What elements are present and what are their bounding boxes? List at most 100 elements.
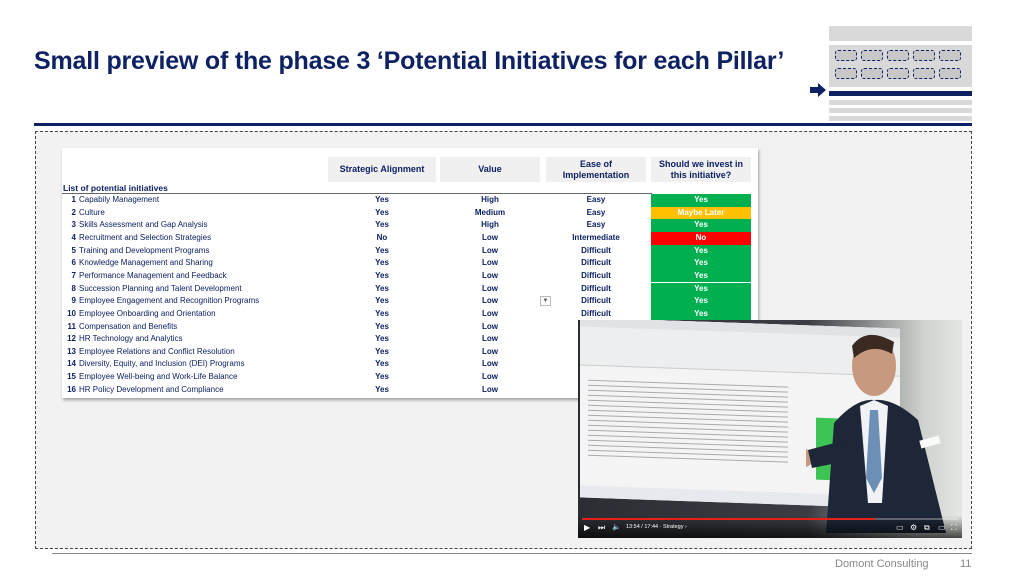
row-number: 14	[67, 359, 76, 369]
initiative-name: Compensation and Benefits	[79, 321, 178, 331]
strategic-alignment-cell: Yes	[375, 359, 389, 369]
value-cell: High	[481, 195, 499, 204]
initiative-name: Skills Assessment and Gap Analysis	[79, 220, 208, 230]
navigator-cell	[835, 50, 857, 61]
miniplayer-icon[interactable]: ⧉	[924, 523, 930, 533]
settings-icon[interactable]: ⚙	[910, 523, 917, 533]
value-cell: Low	[482, 232, 498, 242]
value-cell: Medium	[474, 207, 506, 217]
strategic-alignment-cell: Yes	[375, 258, 389, 268]
value-cell: Low	[482, 359, 498, 369]
initiative-name: Training and Development Programs	[79, 245, 210, 255]
table-row: 5 Training and Development Programs Yes Low…	[62, 244, 758, 258]
ease-cell: Difficult	[581, 258, 611, 268]
table-row: 7 Performance Management and Feedback Yes L…	[62, 269, 758, 283]
navigator-cell	[861, 50, 883, 61]
ease-cell: Difficult	[581, 308, 611, 318]
value-cell: Low	[482, 334, 498, 344]
invest-cell: Yes	[651, 219, 751, 232]
table-row: 3 Skills Assessment and Gap Analysis Yes Hi…	[62, 219, 758, 232]
value-cell: Low	[482, 321, 498, 331]
video-player[interactable]: ▶ ⏭ 🔈 13:54 / 17:44 · Strategy › ▭ ⚙ ⧉ ▭…	[578, 320, 962, 538]
value-cell: Low	[482, 258, 498, 268]
invest-cell: Maybe Later	[651, 206, 751, 220]
strategic-alignment-cell: Yes	[375, 296, 389, 306]
captions-icon[interactable]: ▭	[896, 523, 904, 533]
list-title: List of potential initiatives	[63, 183, 168, 193]
initiative-name: Diversity, Equity, and Inclusion (DEI) P…	[79, 359, 245, 369]
strategic-alignment-cell: Yes	[375, 372, 389, 382]
navigator-cell	[939, 50, 961, 61]
invest-cell: Yes	[651, 194, 751, 207]
video-time: 13:54 / 17:44 · Strategy ›	[626, 524, 687, 530]
strategic-alignment-cell: Yes	[375, 334, 389, 344]
table-row: 2 Culture Yes Medium Easy Maybe Later	[62, 206, 758, 220]
slide-title: Small preview of the phase 3 ‘Potential …	[34, 47, 785, 75]
next-icon[interactable]: ⏭	[598, 523, 605, 533]
initiative-name: Recruitment and Selection Strategies	[79, 232, 212, 242]
value-cell: Low	[482, 346, 498, 356]
initiative-name: Succession Planning and Talent Developme…	[79, 283, 242, 293]
video-progress-bar[interactable]	[582, 518, 958, 520]
theater-icon[interactable]: ▭	[938, 523, 946, 533]
row-number: 11	[67, 321, 76, 331]
initiative-name: Employee Engagement and Recognition Prog…	[79, 296, 260, 306]
initiative-name: HR Technology and Analytics	[79, 334, 183, 344]
navigator-bar	[829, 116, 972, 121]
strategic-alignment-cell: No	[376, 232, 388, 242]
navigator-cell	[861, 68, 883, 79]
video-progress-fill	[582, 518, 876, 520]
strategic-alignment-cell: Yes	[375, 346, 389, 356]
ease-cell: Intermediate	[572, 232, 620, 242]
value-cell: Low	[482, 372, 498, 382]
initiative-name: HR Policy Development and Compliance	[79, 384, 224, 394]
header-invest: Should we invest in this initiative?	[651, 157, 751, 182]
row-number: 10	[67, 308, 76, 318]
play-icon[interactable]: ▶	[584, 523, 590, 533]
value-cell: Low	[482, 384, 498, 394]
footer-divider	[52, 553, 972, 554]
row-number: 5	[71, 245, 76, 255]
navigator-cell	[939, 68, 961, 79]
ease-cell: Difficult	[581, 296, 611, 306]
navigator-bar	[829, 108, 972, 113]
value-cell: Low	[482, 296, 498, 306]
navigator-cell	[913, 50, 935, 61]
row-number: 4	[71, 232, 76, 242]
invest-cell: Yes	[651, 307, 751, 321]
row-number: 3	[71, 220, 76, 230]
strategic-alignment-cell: Yes	[375, 207, 389, 217]
row-number: 12	[67, 334, 76, 344]
table-row: 10 Employee Onboarding and Orientation Yes…	[62, 307, 758, 321]
invest-cell: No	[651, 231, 751, 245]
row-number: 15	[67, 372, 76, 382]
dropdown-button[interactable]: ▼	[540, 296, 551, 306]
value-cell: Low	[482, 245, 498, 255]
ease-cell: Difficult	[581, 245, 611, 255]
strategic-alignment-cell: Yes	[375, 283, 389, 293]
strategic-alignment-cell: Yes	[375, 195, 389, 204]
initiative-name: Employee Onboarding and Orientation	[79, 308, 216, 318]
presenter-figure	[806, 334, 946, 533]
invest-cell: Yes	[651, 257, 751, 270]
table-row: 1 Capabily Management Yes High Easy Yes	[62, 194, 758, 207]
strategic-alignment-cell: Yes	[375, 270, 389, 280]
ease-cell: Easy	[586, 207, 606, 217]
footer-company: Domont Consulting	[835, 558, 929, 570]
fullscreen-icon[interactable]: ⛶	[951, 523, 957, 533]
invest-cell: Yes	[651, 282, 751, 296]
invest-cell: Yes	[651, 295, 751, 308]
header-ease: Ease of Implementation	[546, 157, 646, 182]
row-number: 2	[71, 207, 76, 217]
ease-cell: Easy	[586, 195, 606, 204]
row-number: 7	[71, 270, 76, 280]
table-row: 9 Employee Engagement and Recognition Pro…	[62, 295, 758, 308]
initiative-name: Performance Management and Feedback	[79, 270, 227, 280]
header-strategic-alignment: Strategic Alignment	[328, 157, 436, 182]
navigator-cell	[913, 68, 935, 79]
row-number: 1	[71, 195, 76, 204]
strategic-alignment-cell: Yes	[375, 384, 389, 394]
volume-icon[interactable]: 🔈	[612, 523, 621, 533]
navigator-header-bar	[829, 26, 972, 41]
navigator-active-bar	[829, 91, 972, 96]
